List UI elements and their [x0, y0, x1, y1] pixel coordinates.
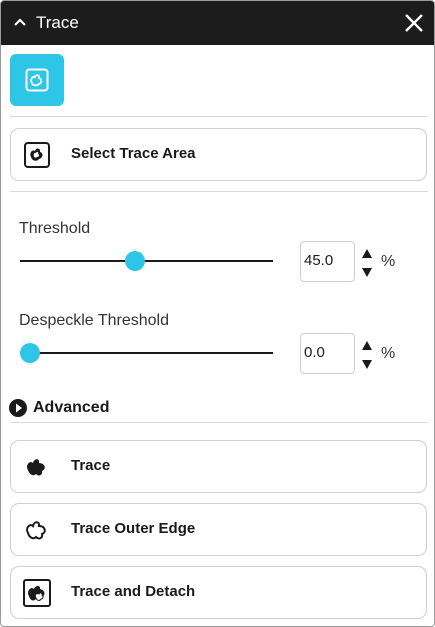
trace-blob-icon [27, 459, 45, 476]
chevron-up-icon[interactable] [13, 17, 27, 27]
despeckle-unit: % [381, 345, 396, 362]
trace-outer-edge-button[interactable]: Trace Outer Edge [10, 503, 427, 556]
decrement-icon[interactable] [361, 266, 373, 278]
select-trace-area-label: Select Trace Area [71, 145, 196, 162]
trace-panel: Trace Select Trace Area Threshold % [0, 0, 435, 627]
panel-titlebar: Trace [1, 1, 434, 45]
divider [10, 191, 428, 192]
despeckle-stepper[interactable] [361, 338, 373, 372]
close-icon[interactable] [404, 13, 424, 33]
trace-outer-edge-label: Trace Outer Edge [71, 520, 196, 537]
threshold-label: Threshold [19, 220, 91, 237]
threshold-stepper[interactable] [361, 246, 373, 280]
slider-track [20, 352, 273, 354]
despeckle-label: Despeckle Threshold [19, 312, 170, 329]
trace-button[interactable]: Trace [10, 440, 427, 493]
trace-and-detach-button[interactable]: Trace and Detach [10, 566, 427, 619]
advanced-label: Advanced [33, 399, 110, 416]
trace-tool-icon [25, 68, 49, 92]
threshold-unit: % [381, 253, 396, 270]
select-area-icon [24, 142, 50, 168]
despeckle-input[interactable] [304, 344, 352, 361]
panel-title: Trace [36, 13, 79, 32]
divider [10, 422, 428, 423]
slider-track [20, 260, 273, 262]
trace-outline-icon [26, 521, 46, 540]
trace-and-detach-label: Trace and Detach [71, 583, 196, 600]
increment-icon[interactable] [361, 248, 373, 260]
slider-thumb[interactable] [124, 251, 145, 271]
decrement-icon[interactable] [361, 358, 373, 370]
threshold-input-box[interactable] [300, 241, 355, 282]
increment-icon[interactable] [361, 340, 373, 352]
despeckle-slider[interactable] [20, 343, 273, 363]
despeckle-input-box[interactable] [300, 333, 355, 374]
threshold-input[interactable] [304, 252, 352, 269]
threshold-slider[interactable] [20, 251, 273, 271]
divider [10, 116, 428, 117]
trace-tool-button[interactable] [10, 54, 64, 106]
trace-detach-icon [23, 579, 51, 607]
slider-thumb[interactable] [20, 343, 40, 363]
trace-label: Trace [71, 457, 111, 474]
select-trace-area-button[interactable]: Select Trace Area [10, 128, 427, 181]
play-circle-icon [9, 399, 27, 417]
